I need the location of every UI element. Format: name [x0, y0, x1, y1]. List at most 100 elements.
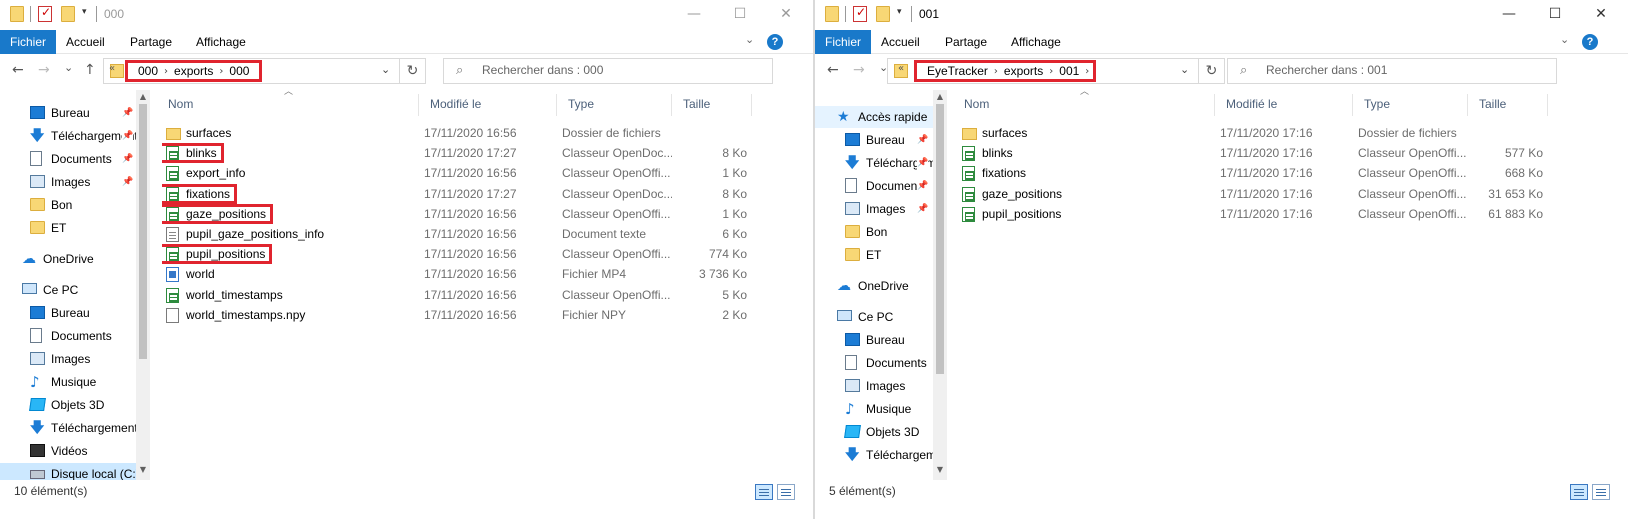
search-input[interactable]: [1266, 63, 1506, 77]
maximize-button[interactable]: ☐: [1532, 0, 1578, 28]
sidebar-item[interactable]: Bon: [815, 221, 935, 243]
back-button[interactable]: ←: [827, 62, 839, 78]
tab-home[interactable]: Accueil: [56, 30, 115, 54]
file-list-scrollbar[interactable]: [797, 90, 811, 480]
large-icons-view-button[interactable]: [777, 484, 795, 500]
expand-ribbon-icon[interactable]: ⌄: [745, 33, 754, 46]
details-view-button[interactable]: [1570, 484, 1588, 500]
breadcrumb-item[interactable]: exports: [998, 64, 1049, 78]
file-row[interactable]: gaze_positions 17/11/2020 17:16 Classeur O…: [958, 184, 1553, 204]
file-row[interactable]: surfaces 17/11/2020 16:56 Dossier de fichi…: [162, 123, 757, 143]
scrollbar-thumb[interactable]: [139, 104, 147, 359]
sidebar-item[interactable]: Images: [815, 375, 935, 397]
new-folder-icon[interactable]: [876, 6, 890, 22]
overflow-chevron-icon[interactable]: «: [109, 63, 115, 74]
sidebar-item[interactable]: 🡇 Téléchargements: [815, 444, 935, 466]
column-separator[interactable]: [1352, 94, 1353, 116]
properties-icon[interactable]: [38, 5, 52, 22]
search-box[interactable]: ⌕: [1227, 58, 1557, 84]
minimize-button[interactable]: —: [671, 0, 717, 28]
file-row[interactable]: fixations 17/11/2020 17:27 Classeur OpenDo…: [162, 183, 757, 204]
column-header-date[interactable]: Modifié le: [424, 93, 556, 115]
close-button[interactable]: ✕: [763, 0, 809, 28]
tab-file[interactable]: Fichier: [815, 30, 872, 54]
sidebar-item[interactable]: Bureau 📌: [815, 129, 935, 151]
maximize-button[interactable]: ☐: [717, 0, 763, 28]
column-header-type[interactable]: Type: [562, 93, 671, 115]
sidebar-item[interactable]: Vidéos: [0, 440, 140, 462]
sidebar-item[interactable]: 🡇Téléchargements📌: [0, 125, 140, 147]
file-row[interactable]: world_timestamps.npy 17/11/2020 16:56 Fich…: [162, 305, 757, 325]
expand-ribbon-icon[interactable]: ⌄: [1560, 33, 1569, 46]
large-icons-view-button[interactable]: [1592, 484, 1610, 500]
sidebar-item[interactable]: Bon: [0, 194, 140, 216]
column-separator[interactable]: [1214, 94, 1215, 116]
column-header-type[interactable]: Type: [1358, 93, 1467, 115]
sidebar-item[interactable]: Images 📌: [0, 171, 140, 193]
file-row[interactable]: blinks 17/11/2020 17:16 Classeur OpenOffi.…: [958, 143, 1553, 163]
close-button[interactable]: ✕: [1578, 0, 1624, 28]
search-input[interactable]: [482, 63, 722, 77]
refresh-button[interactable]: ↻: [400, 58, 426, 84]
help-icon[interactable]: ?: [767, 34, 783, 50]
scroll-up-icon[interactable]: ▲: [136, 92, 150, 101]
tab-view[interactable]: Affichage: [186, 30, 256, 54]
sidebar-item[interactable]: ☁ OneDrive: [815, 275, 935, 297]
address-dropdown-icon[interactable]: ⌄: [381, 63, 390, 76]
address-bar[interactable]: « 000 › exports › 000 ⌄: [103, 58, 400, 84]
sort-ascending-icon[interactable]: ︿: [284, 84, 293, 97]
scroll-down-icon[interactable]: ▼: [136, 465, 150, 474]
recent-dropdown[interactable]: ⌄: [64, 61, 73, 74]
column-header-date[interactable]: Modifié le: [1220, 93, 1352, 115]
column-separator[interactable]: [1547, 94, 1548, 116]
breadcrumb-item[interactable]: 001: [1053, 64, 1085, 78]
breadcrumb-item[interactable]: EyeTracker: [921, 64, 994, 78]
search-box[interactable]: ⌕: [443, 58, 773, 84]
file-row[interactable]: fixations 17/11/2020 17:16 Classeur OpenOf…: [958, 163, 1553, 183]
sidebar-item[interactable]: Documents 📌: [815, 175, 935, 197]
column-header-size[interactable]: Taille: [1473, 93, 1547, 115]
tab-share[interactable]: Partage: [935, 30, 997, 54]
breadcrumb-item[interactable]: exports: [168, 64, 219, 78]
file-row[interactable]: world 17/11/2020 16:56 Fichier MP4 3 736 Ko: [162, 264, 757, 284]
sidebar-item[interactable]: Objets 3D: [0, 394, 140, 416]
file-row[interactable]: export_info 17/11/2020 16:56 Classeur Open…: [162, 163, 757, 183]
sidebar-item[interactable]: Bureau: [815, 329, 935, 351]
back-button[interactable]: ←: [12, 62, 24, 78]
sidebar-item[interactable]: 🡇Téléchargements📌: [815, 152, 935, 174]
refresh-button[interactable]: ↻: [1199, 58, 1225, 84]
overflow-chevron-icon[interactable]: «: [898, 63, 904, 74]
properties-icon[interactable]: [853, 5, 867, 22]
tab-view[interactable]: Affichage: [1001, 30, 1071, 54]
sidebar-item[interactable]: 🡇 Téléchargements: [0, 417, 140, 439]
sidebar-item[interactable]: Documents: [0, 325, 140, 347]
column-separator[interactable]: [556, 94, 557, 116]
sidebar-item[interactable]: Documents 📌: [0, 148, 140, 170]
file-row[interactable]: world_timestamps 17/11/2020 16:56 Classeur…: [162, 285, 757, 305]
file-list-scrollbar[interactable]: [1612, 90, 1626, 480]
address-bar[interactable]: «EyeTracker › exports › 001 › ⌄: [887, 58, 1199, 84]
tab-file[interactable]: Fichier: [0, 30, 57, 54]
file-row[interactable]: gaze_positions 17/11/2020 16:56 Classeur O…: [162, 203, 757, 224]
file-row[interactable]: pupil_positions 17/11/2020 17:16 Classeur …: [958, 204, 1553, 224]
sidebar-item[interactable]: ♪ Musique: [815, 398, 935, 420]
file-row[interactable]: pupil_positions 17/11/2020 16:56 Classeur …: [162, 244, 757, 265]
sidebar-item[interactable]: ★ Accès rapide: [815, 106, 935, 128]
sidebar-item[interactable]: ☁ OneDrive: [0, 248, 140, 270]
column-separator[interactable]: [1467, 94, 1468, 116]
sidebar-item[interactable]: Images: [0, 348, 140, 370]
scroll-down-icon[interactable]: ▼: [933, 465, 947, 474]
customize-quick-access-icon[interactable]: ▾: [82, 7, 87, 17]
details-view-button[interactable]: [755, 484, 773, 500]
breadcrumb-item[interactable]: 000: [132, 64, 164, 78]
file-row[interactable]: blinks 17/11/2020 17:27 Classeur OpenDoc..…: [162, 143, 757, 164]
sidebar-item[interactable]: ET: [0, 217, 140, 239]
sidebar-item[interactable]: Objets 3D: [815, 421, 935, 443]
column-separator[interactable]: [418, 94, 419, 116]
forward-button[interactable]: →: [853, 62, 865, 78]
sidebar-item[interactable]: ET: [815, 244, 935, 266]
tab-home[interactable]: Accueil: [871, 30, 930, 54]
sidebar-item[interactable]: Bureau: [0, 302, 140, 324]
column-separator[interactable]: [751, 94, 752, 116]
sort-ascending-icon[interactable]: ︿: [1080, 84, 1089, 97]
